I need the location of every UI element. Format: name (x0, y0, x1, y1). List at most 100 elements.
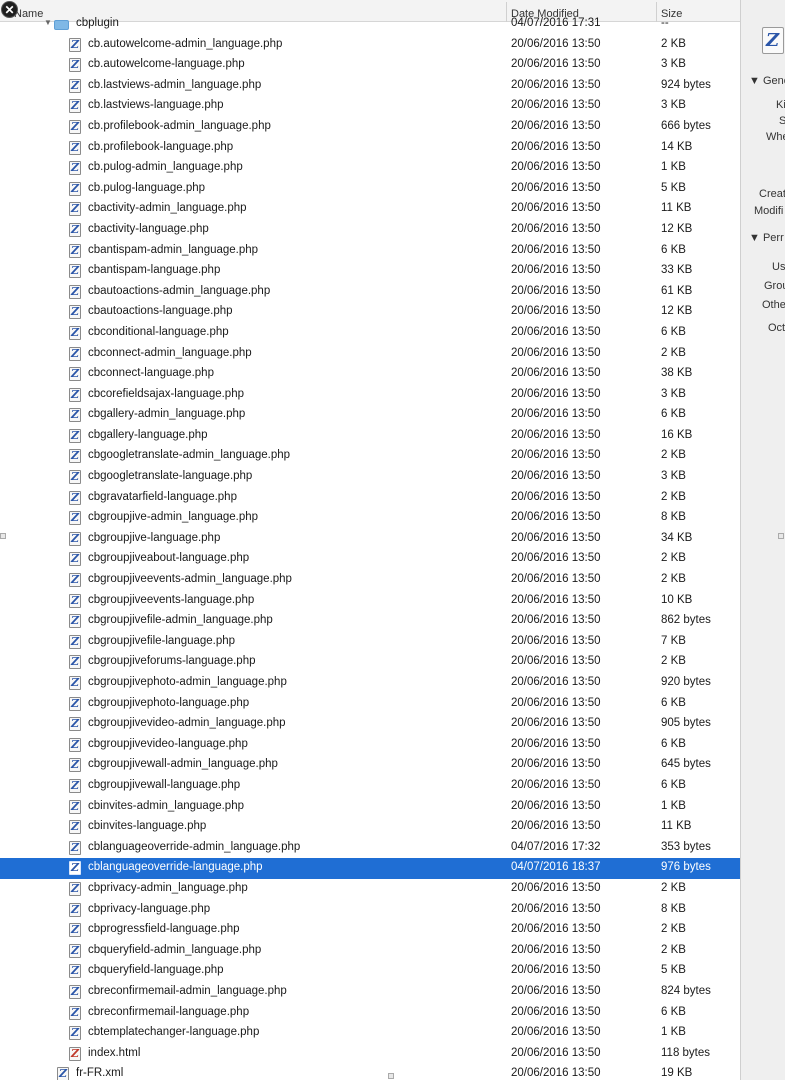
php-file-icon (69, 676, 81, 690)
file-size: 11 KB (661, 820, 692, 833)
file-row[interactable]: cb.pulog-admin_language.php 20/06/2016 13… (0, 158, 740, 179)
file-row[interactable]: cbgallery-admin_language.php 20/06/2016 1… (0, 405, 740, 426)
info-section-general[interactable]: ▼ Gene (749, 75, 785, 87)
file-row[interactable]: cbgroupjivewall-language.php 20/06/2016 1… (0, 776, 740, 797)
file-row[interactable]: cbconditional-language.php 20/06/2016 13:… (0, 323, 740, 344)
file-row[interactable]: cb.lastviews-language.php 20/06/2016 13:5… (0, 96, 740, 117)
php-file-icon (69, 37, 81, 52)
file-name: index.html (88, 1046, 141, 1059)
file-row[interactable]: cbgroupjiveevents-language.php 20/06/2016… (0, 591, 740, 612)
file-row[interactable]: cbprivacy-language.php 20/06/2016 13:50 8 … (0, 900, 740, 921)
file-row[interactable]: cbqueryfield-admin_language.php 20/06/201… (0, 941, 740, 962)
file-size: 1 KB (661, 161, 686, 174)
file-size: 2 KB (661, 37, 686, 50)
file-row[interactable]: cb.autowelcome-admin_language.php 20/06/2… (0, 35, 740, 56)
file-row[interactable]: cbgroupjivefile-language.php 20/06/2016 1… (0, 632, 740, 653)
file-row[interactable]: cbgroupjive-language.php 20/06/2016 13:50… (0, 529, 740, 550)
file-row[interactable]: cbreconfirmemail-admin_language.php 20/06… (0, 982, 740, 1003)
file-date-modified: 20/06/2016 13:50 (511, 264, 601, 277)
file-row[interactable]: cbgroupjivevideo-admin_language.php 20/06… (0, 714, 740, 735)
file-name: cbautoactions-language.php (88, 305, 233, 318)
file-row[interactable]: fr-FR.xml 20/06/2016 13:50 19 KB (0, 1064, 740, 1080)
file-row[interactable]: cbconnect-language.php 20/06/2016 13:50 38… (0, 364, 740, 385)
file-row[interactable]: cbconnect-admin_language.php 20/06/2016 1… (0, 344, 740, 365)
file-size: 2 KB (661, 655, 686, 668)
resize-handle[interactable] (0, 533, 6, 539)
file-row[interactable]: cbgroupjivephoto-language.php 20/06/2016 … (0, 694, 740, 715)
file-row[interactable]: cbgroupjivephoto-admin_language.php 20/06… (0, 673, 740, 694)
php-file-icon (69, 428, 81, 443)
file-row[interactable]: cbgroupjivewall-admin_language.php 20/06/… (0, 755, 740, 776)
php-file-icon (69, 614, 81, 629)
file-name: cbprivacy-admin_language.php (88, 881, 248, 894)
file-date-modified: 20/06/2016 13:50 (511, 1067, 601, 1080)
file-row[interactable]: cb.autowelcome-language.php 20/06/2016 13… (0, 55, 740, 76)
file-row[interactable]: cbgallery-language.php 20/06/2016 13:50 16… (0, 426, 740, 447)
file-size: 33 KB (661, 264, 693, 277)
file-row[interactable]: cbactivity-admin_language.php 20/06/2016 … (0, 199, 740, 220)
file-row[interactable]: cbgoogletranslate-admin_language.php 20/0… (0, 446, 740, 467)
file-rows: ▼ cbplugin 04/07/2016 17:31 -- cb.autowelcom… (0, 14, 740, 1080)
file-row[interactable]: cblanguageoverride-admin_language.php 04/… (0, 838, 740, 859)
php-file-icon (69, 717, 81, 732)
file-name: cb.autowelcome-admin_language.php (88, 37, 283, 50)
file-row[interactable]: cb.profilebook-admin_language.php 20/06/2… (0, 117, 740, 138)
resize-handle[interactable] (778, 533, 784, 539)
resize-handle[interactable] (388, 1073, 394, 1079)
file-row[interactable]: cbprogressfield-language.php 20/06/2016 1… (0, 920, 740, 941)
file-row[interactable]: cb.lastviews-admin_language.php 20/06/201… (0, 76, 740, 97)
file-row[interactable]: cbprivacy-admin_language.php 20/06/2016 1… (0, 879, 740, 900)
file-row[interactable]: cbcorefieldsajax-language.php 20/06/2016 … (0, 385, 740, 406)
folder-row[interactable]: ▼ cbplugin 04/07/2016 17:31 -- (0, 14, 740, 35)
file-size: 10 KB (661, 593, 693, 606)
file-row[interactable]: cblanguageoverride-language.php 04/07/201… (0, 858, 740, 879)
file-date-modified: 20/06/2016 13:50 (511, 161, 601, 174)
php-file-icon (69, 820, 81, 835)
file-date-modified: 20/06/2016 13:50 (511, 737, 601, 750)
php-file-icon (69, 449, 81, 464)
php-file-icon (69, 943, 81, 958)
file-size: 38 KB (661, 367, 693, 380)
php-file-icon (69, 99, 81, 114)
file-row[interactable]: cbautoactions-admin_language.php 20/06/20… (0, 282, 740, 303)
file-name: cbgroupjivewall-admin_language.php (88, 758, 278, 771)
info-section-permissions[interactable]: ▼ Perr (749, 232, 784, 244)
file-row[interactable]: cbgravatarfield-language.php 20/06/2016 1… (0, 488, 740, 509)
file-date-modified: 20/06/2016 13:50 (511, 78, 601, 91)
file-size: 16 KB (661, 428, 693, 441)
file-row[interactable]: cbactivity-language.php 20/06/2016 13:50 1… (0, 220, 740, 241)
file-row[interactable]: cbinvites-language.php 20/06/2016 13:50 11… (0, 817, 740, 838)
file-row[interactable]: cbtemplatechanger-language.php 20/06/2016… (0, 1023, 740, 1044)
file-date-modified: 20/06/2016 13:50 (511, 696, 601, 709)
file-row[interactable]: cbreconfirmemail-language.php 20/06/2016 … (0, 1003, 740, 1024)
file-date-modified: 20/06/2016 13:50 (511, 346, 601, 359)
file-row[interactable]: cbgroupjivevideo-language.php 20/06/2016 … (0, 735, 740, 756)
file-date-modified: 20/06/2016 13:50 (511, 943, 601, 956)
file-row[interactable]: cbantispam-admin_language.php 20/06/2016 … (0, 241, 740, 262)
file-row[interactable]: cbgroupjivefile-admin_language.php 20/06/… (0, 611, 740, 632)
php-file-icon (69, 408, 81, 423)
php-file-icon (69, 634, 81, 649)
file-row[interactable]: index.html 20/06/2016 13:50 118 bytes (0, 1044, 740, 1065)
php-file-icon (57, 1067, 69, 1080)
file-name: cb.profilebook-language.php (88, 140, 234, 153)
file-row[interactable]: cb.profilebook-language.php 20/06/2016 13… (0, 138, 740, 159)
php-file-icon (69, 367, 81, 382)
file-row[interactable]: cbinvites-admin_language.php 20/06/2016 1… (0, 797, 740, 818)
file-row[interactable]: cbantispam-language.php 20/06/2016 13:50 3… (0, 261, 740, 282)
file-row[interactable]: cbgoogletranslate-language.php 20/06/2016… (0, 467, 740, 488)
file-size: 2 KB (661, 923, 686, 936)
disclosure-triangle-icon[interactable]: ▼ (44, 18, 52, 27)
file-row[interactable]: cbqueryfield-language.php 20/06/2016 13:5… (0, 961, 740, 982)
file-name: cb.autowelcome-language.php (88, 58, 245, 71)
file-name: cbautoactions-admin_language.php (88, 284, 271, 297)
file-date-modified: 20/06/2016 13:50 (511, 964, 601, 977)
file-row[interactable]: cbgroupjive-admin_language.php 20/06/2016… (0, 508, 740, 529)
file-row[interactable]: cbgroupjiveforums-language.php 20/06/2016… (0, 652, 740, 673)
file-row[interactable]: cbgroupjiveevents-admin_language.php 20/0… (0, 570, 740, 591)
file-name: cbgravatarfield-language.php (88, 490, 237, 503)
close-icon[interactable]: ✕ (1, 1, 18, 18)
file-row[interactable]: cbgroupjiveabout-language.php 20/06/2016 … (0, 549, 740, 570)
file-row[interactable]: cbautoactions-language.php 20/06/2016 13:… (0, 302, 740, 323)
file-row[interactable]: cb.pulog-language.php 20/06/2016 13:50 5 K… (0, 179, 740, 200)
